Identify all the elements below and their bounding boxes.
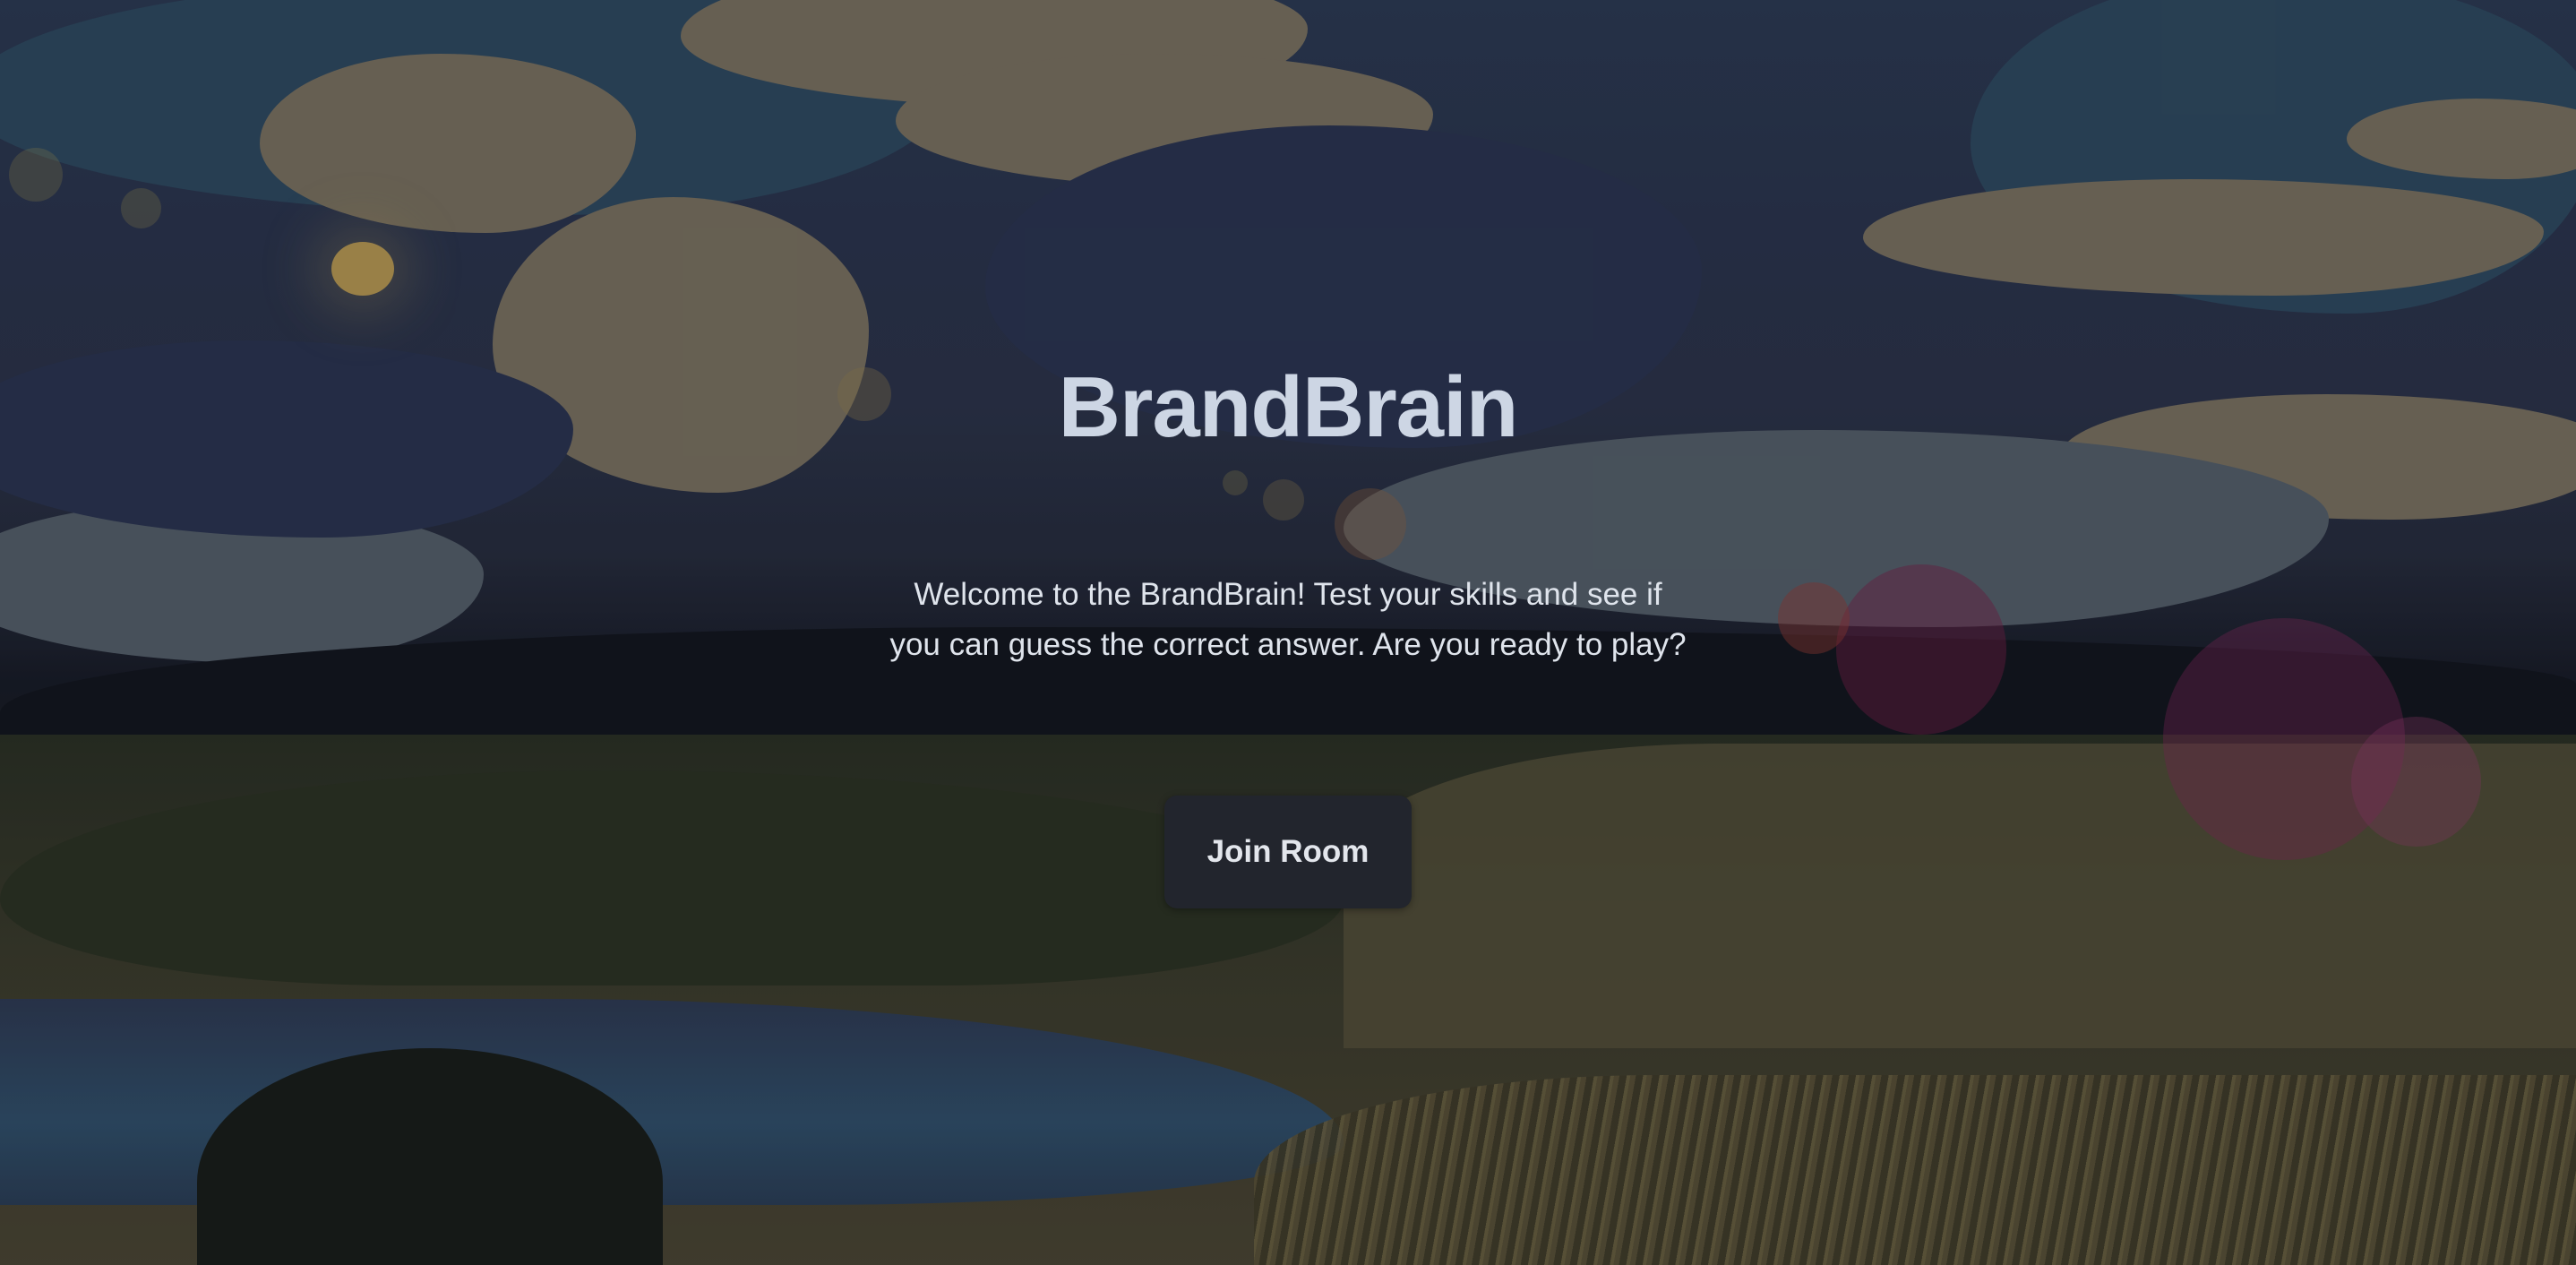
hero: BrandBrain Welcome to the BrandBrain! Te… bbox=[0, 0, 2576, 1265]
landing-page: BrandBrain Welcome to the BrandBrain! Te… bbox=[0, 0, 2576, 1265]
page-title: BrandBrain bbox=[1058, 359, 1519, 455]
welcome-text: Welcome to the BrandBrain! Test your ski… bbox=[889, 577, 1687, 662]
join-room-button[interactable]: Join Room bbox=[1164, 796, 1412, 908]
